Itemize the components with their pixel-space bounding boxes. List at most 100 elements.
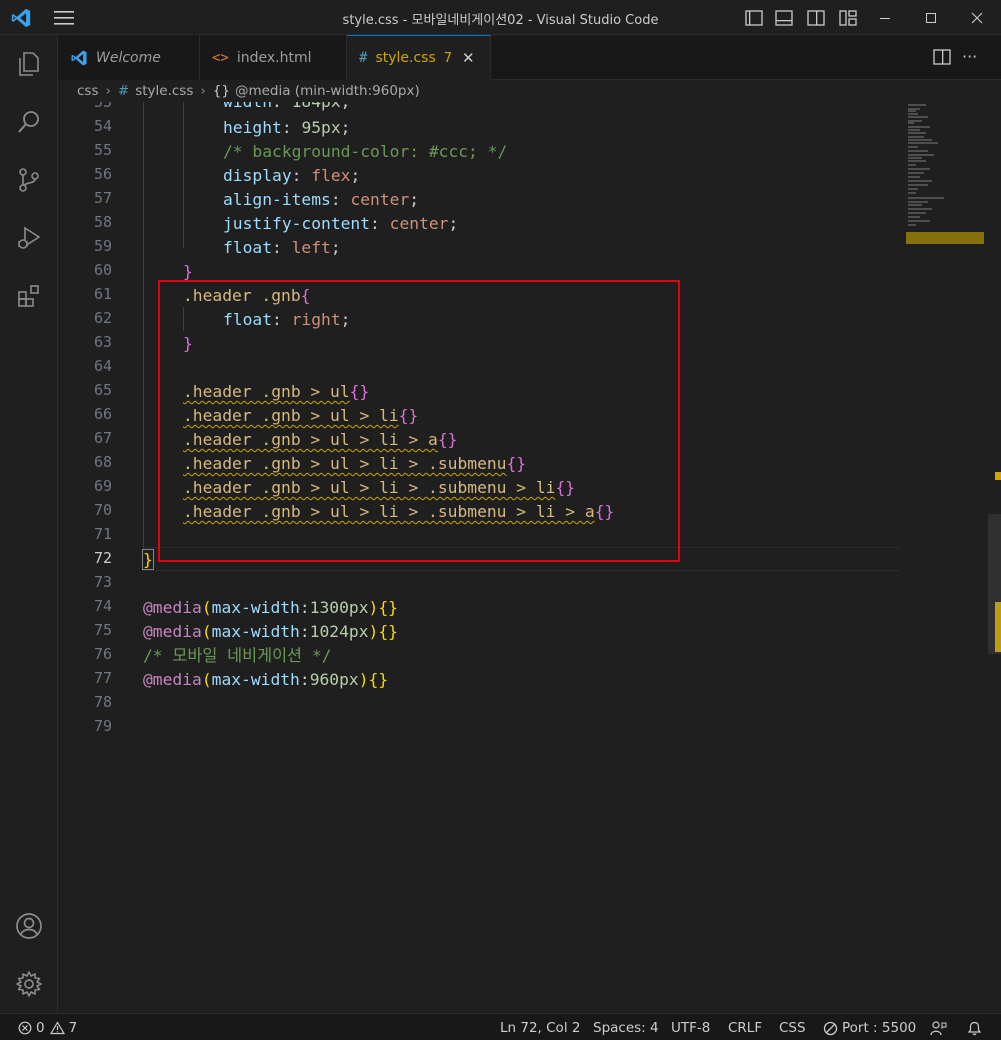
breadcrumb-folder[interactable]: css <box>77 83 99 99</box>
search-button[interactable] <box>0 93 58 151</box>
end-of-line[interactable]: CRLF <box>728 1019 762 1037</box>
css-hash-icon: # <box>359 50 368 66</box>
scrollbar-thumb[interactable] <box>988 514 1001 654</box>
code-line: .header .gnb{ <box>183 286 311 305</box>
toggle-primary-sidebar-icon[interactable] <box>744 8 764 28</box>
line-number: 56 <box>93 165 112 183</box>
minimap-line <box>908 197 944 199</box>
minimap-line <box>908 216 920 218</box>
line-number: 64 <box>93 357 112 375</box>
bell-icon <box>967 1021 982 1036</box>
minimap-line <box>908 201 928 203</box>
minimap-line <box>908 129 920 131</box>
minimap-line <box>908 113 918 115</box>
line-number: 75 <box>93 621 112 639</box>
problems-status[interactable]: 0 7 <box>18 1019 77 1037</box>
minimap-line <box>908 168 930 170</box>
maximize-button[interactable] <box>908 0 954 35</box>
code-line: /* 모바일 네비게이션 */ <box>143 646 332 665</box>
line-number: 71 <box>93 525 112 543</box>
code-line: display: flex; <box>223 166 361 185</box>
explorer-button[interactable] <box>0 35 58 93</box>
code-line: /* background-color: #ccc; */ <box>223 142 508 161</box>
minimap-line <box>908 139 932 141</box>
minimap-line <box>908 172 924 174</box>
minimap-line <box>908 136 924 138</box>
code-line: align-items: center; <box>223 190 420 209</box>
breadcrumb-file[interactable]: style.css <box>135 83 193 99</box>
minimize-button[interactable] <box>862 0 908 35</box>
accounts-button[interactable] <box>0 897 58 955</box>
manage-button[interactable] <box>0 955 58 1013</box>
cursor-position[interactable]: Ln 72, Col 2 <box>500 1019 580 1037</box>
extensions-button[interactable] <box>0 267 58 325</box>
tab-style-css[interactable]: # style.css 7 ✕ <box>347 35 491 80</box>
gear-icon <box>16 971 42 997</box>
minimap-line <box>908 126 930 128</box>
line-number: 57 <box>93 189 112 207</box>
close-window-button[interactable] <box>954 0 1000 35</box>
code-content[interactable]: width: 184px; height: 95px; /* backgroun… <box>142 102 903 1013</box>
source-control-button[interactable] <box>0 151 58 209</box>
code-line: justify-content: center; <box>223 214 459 233</box>
html-icon: <> <box>212 49 229 66</box>
language-mode[interactable]: CSS <box>779 1019 806 1037</box>
toggle-panel-icon[interactable] <box>774 8 794 28</box>
more-actions-icon[interactable]: ··· <box>962 47 986 67</box>
code-line: float: right; <box>223 310 351 329</box>
line-number: 58 <box>93 213 112 231</box>
minimap-line <box>908 122 914 124</box>
chevron-right-icon: › <box>200 83 206 99</box>
code-line: @media(max-width:960px){} <box>143 670 389 689</box>
search-icon <box>18 111 39 133</box>
minimap-line <box>908 132 926 134</box>
toggle-secondary-sidebar-icon[interactable] <box>806 8 826 28</box>
activity-bar <box>0 35 58 1013</box>
line-number: 77 <box>93 669 112 687</box>
line-number: 76 <box>93 645 112 663</box>
minimap-line <box>908 212 926 214</box>
split-editor-icon[interactable] <box>932 47 952 67</box>
live-server-status[interactable]: Port : 5500 <box>823 1019 916 1037</box>
line-number: 67 <box>93 429 112 447</box>
close-tab-icon[interactable]: ✕ <box>462 49 475 67</box>
code-line: } <box>183 334 193 353</box>
code-line: .header .gnb > ul > li > .submenu{} <box>183 454 527 473</box>
code-editor[interactable]: 53 54 55 56 57 58 59 60 61 62 63 64 65 66 67 68 69 70 71 72… <box>58 102 1001 1013</box>
title-bar: style.css - 모바일네비게이션02 - Visual Studio C… <box>0 0 1001 35</box>
line-number: 68 <box>93 453 112 471</box>
close-icon <box>971 12 983 23</box>
css-hash-icon: # <box>117 83 130 99</box>
notifications-button[interactable] <box>967 1019 982 1037</box>
feedback-button[interactable] <box>930 1019 947 1037</box>
minimap-line <box>908 204 922 206</box>
tab-index-html[interactable]: <> index.html <box>200 35 347 80</box>
run-debug-button[interactable] <box>0 209 58 267</box>
encoding[interactable]: UTF-8 <box>671 1019 710 1037</box>
line-number: 66 <box>93 405 112 423</box>
minimap-line <box>908 154 934 156</box>
line-number-gutter: 53 54 55 56 57 58 59 60 61 62 63 64 65 66 67 68 69 70 71 72… <box>58 102 118 1013</box>
indentation[interactable]: Spaces: 4 <box>593 1019 659 1037</box>
line-number: 79 <box>93 717 112 735</box>
line-number: 62 <box>93 309 112 327</box>
tab-welcome[interactable]: Welcome <box>58 35 200 80</box>
line-number: 54 <box>93 117 112 135</box>
minimap-line <box>908 164 916 166</box>
code-line: @media(max-width:1300px){} <box>143 598 398 617</box>
code-line: @media(max-width:1024px){} <box>143 622 398 641</box>
code-line: .header .gnb > ul{} <box>183 382 370 401</box>
breadcrumb-symbol[interactable]: @media (min-width:960px) <box>235 83 420 99</box>
line-number: 72 <box>93 549 112 567</box>
minimap-line <box>908 192 916 194</box>
editor-tab-bar: Welcome <> index.html # style.css 7 ✕ ··… <box>58 35 1001 80</box>
maximize-icon <box>926 12 936 23</box>
line-number: 74 <box>93 597 112 615</box>
minimap-line <box>908 176 920 178</box>
customize-layout-icon[interactable] <box>838 8 858 28</box>
feedback-person-icon <box>930 1021 947 1036</box>
account-icon <box>16 913 42 939</box>
minimap-line <box>908 180 932 182</box>
minimap[interactable] <box>906 102 986 302</box>
line-number: 60 <box>93 261 112 279</box>
